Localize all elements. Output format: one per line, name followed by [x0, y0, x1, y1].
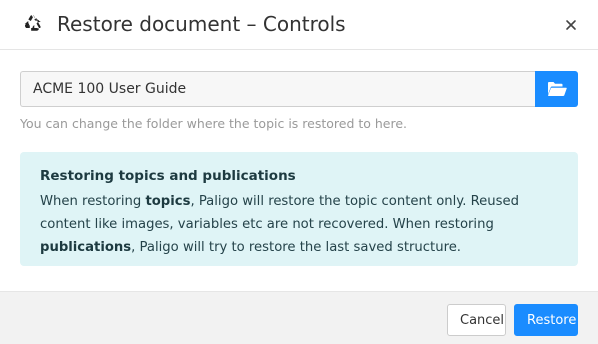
info-box: Restoring topics and publications When r…	[20, 152, 578, 266]
info-text-part3: , Paligo will try to restore the last sa…	[131, 240, 462, 255]
restore-button[interactable]: Restore	[514, 304, 578, 336]
info-bold-publications: publications	[40, 240, 132, 255]
info-bold-topics: topics	[145, 194, 191, 209]
folder-input[interactable]	[20, 71, 535, 107]
info-text-part1: When restoring	[40, 194, 146, 209]
restore-dialog: Restore document – Controls You can chan…	[0, 0, 598, 344]
dialog-title: Restore document – Controls	[57, 12, 346, 36]
folder-open-icon	[547, 81, 567, 97]
browse-folder-button[interactable]	[535, 71, 578, 107]
dialog-header: Restore document – Controls	[0, 0, 598, 50]
folder-help-text: You can change the folder where the topi…	[20, 116, 408, 131]
cancel-button[interactable]: Cancel	[447, 304, 506, 336]
close-icon[interactable]	[564, 17, 578, 31]
info-text: When restoring topics, Paligo will resto…	[40, 190, 558, 259]
info-title: Restoring topics and publications	[40, 168, 296, 184]
recycle-icon	[22, 12, 44, 34]
dialog-footer: Cancel Restore	[0, 291, 598, 344]
